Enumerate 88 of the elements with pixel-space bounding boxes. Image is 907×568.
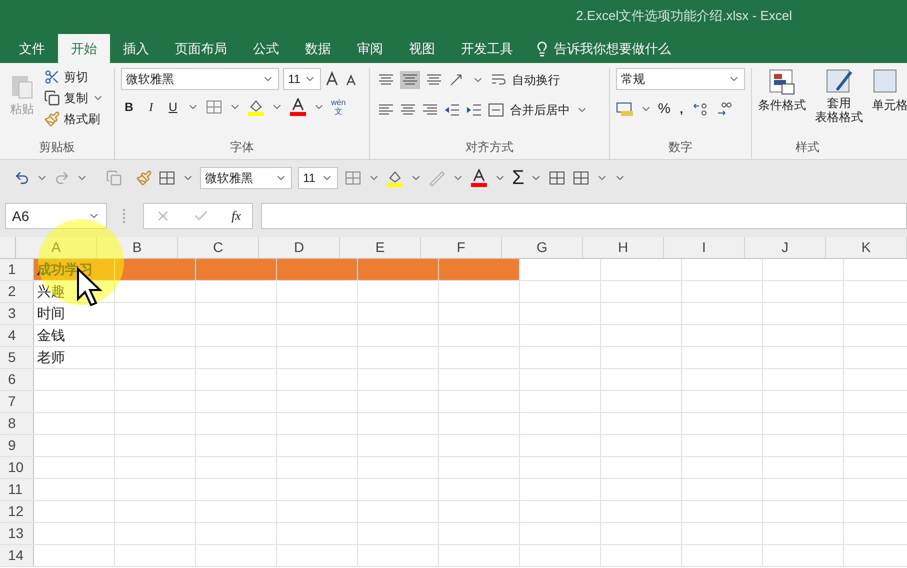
group-label: 样式 (794, 139, 820, 156)
column-header[interactable]: D (259, 237, 340, 258)
decrease-decimal-icon[interactable] (716, 100, 734, 116)
italic-button[interactable]: I (143, 98, 159, 116)
ribbon-tab[interactable]: 公式 (240, 34, 292, 63)
column-header[interactable]: J (745, 237, 826, 258)
ribbon-tab[interactable]: 开发工具 (448, 34, 526, 63)
column-header[interactable]: B (97, 237, 178, 258)
row-header[interactable]: 13 (0, 523, 34, 544)
decrease-indent-icon[interactable] (444, 103, 460, 117)
column-header[interactable]: E (340, 237, 421, 258)
group-label: 剪贴板 (38, 139, 76, 156)
font-size-dropdown[interactable]: 11 (283, 68, 321, 90)
row-header[interactable]: 14 (0, 545, 34, 566)
ribbon-tab[interactable]: 插入 (110, 34, 162, 63)
merge-center-button[interactable]: 合并后居中 (510, 101, 570, 119)
ribbon-tab[interactable]: 文件 (6, 34, 58, 63)
group-label: 数字 (668, 139, 694, 156)
column-header[interactable]: I (664, 237, 745, 258)
increase-indent-icon[interactable] (466, 103, 482, 117)
ribbon-tab[interactable]: 视图 (396, 34, 448, 63)
merge-icon (488, 102, 504, 118)
align-center-icon[interactable] (400, 103, 416, 117)
table-cell: 老师 (34, 347, 115, 368)
row-header[interactable]: 8 (0, 413, 34, 434)
borders-icon[interactable] (205, 99, 223, 115)
number-format-dropdown[interactable]: 常规 (616, 68, 745, 90)
row-header[interactable]: 1 (0, 259, 34, 280)
format-as-table-button[interactable]: 套用 表格格式 (812, 68, 866, 124)
fill-color-icon[interactable] (247, 98, 265, 116)
table-icon[interactable] (158, 170, 176, 186)
borders-icon[interactable] (344, 170, 362, 186)
wrap-text-button[interactable]: 自动换行 (512, 71, 560, 89)
phonetic-button[interactable]: wén 文 (331, 98, 346, 116)
percent-button[interactable]: % (658, 98, 670, 119)
column-header[interactable]: K (826, 237, 907, 258)
column-header[interactable]: H (583, 237, 664, 258)
row-header[interactable]: 10 (0, 457, 34, 478)
font-name-dropdown[interactable]: 微软雅黑 (121, 68, 279, 90)
row-header[interactable]: 4 (0, 325, 34, 346)
column-header[interactable]: G (502, 237, 583, 258)
group-label: 字体 (229, 139, 255, 156)
copy-button[interactable]: 复制 (64, 89, 88, 107)
window-title: 2.Excel文件选项功能介绍.xlsx - Excel (576, 7, 792, 26)
ribbon-tab[interactable]: 数据 (292, 34, 344, 63)
paintbrush-icon (44, 111, 60, 127)
layout-icon[interactable] (572, 170, 590, 186)
row-header[interactable]: 3 (0, 303, 34, 324)
fill-color-icon[interactable] (386, 168, 404, 186)
table-cell: 金钱 (34, 325, 115, 346)
cut-button[interactable]: 剪切 (64, 68, 88, 86)
name-box[interactable]: A6 (5, 203, 107, 229)
column-header[interactable]: C (178, 237, 259, 258)
align-top-icon[interactable] (378, 73, 394, 87)
font-name-dropdown[interactable]: 微软雅黑 (200, 166, 292, 188)
row-header[interactable]: 6 (0, 369, 34, 390)
tell-me-field[interactable]: 告诉我你想要做什么 (554, 38, 671, 58)
row-header[interactable]: 9 (0, 435, 34, 456)
font-color-icon[interactable] (470, 168, 488, 186)
row-header[interactable]: 7 (0, 391, 34, 412)
ribbon-tab[interactable]: 页面布局 (162, 34, 240, 63)
row-header[interactable]: 5 (0, 347, 34, 368)
underline-button[interactable]: U (165, 98, 181, 116)
font-size-dropdown[interactable]: 11 (298, 166, 338, 188)
currency-icon[interactable] (616, 100, 634, 116)
column-header[interactable]: F (421, 237, 502, 258)
comma-button[interactable]: , (676, 100, 686, 118)
formula-input[interactable] (261, 203, 907, 229)
conditional-format-icon (768, 68, 796, 96)
ribbon-tab[interactable]: 开始 (58, 34, 110, 63)
autosum-button[interactable]: Σ (512, 168, 524, 188)
bold-button[interactable]: B (121, 98, 137, 116)
align-bottom-icon[interactable] (426, 73, 442, 87)
font-color-icon[interactable] (289, 98, 307, 116)
grid-icon[interactable] (548, 170, 566, 186)
align-left-icon[interactable] (378, 103, 394, 117)
ribbon-tab[interactable]: 审阅 (344, 34, 396, 63)
row-header[interactable]: 12 (0, 501, 34, 522)
row-header[interactable]: 11 (0, 479, 34, 500)
conditional-format-button[interactable]: 条件格式 (758, 68, 806, 124)
row-header[interactable]: 2 (0, 281, 34, 302)
scissors-icon (44, 69, 60, 85)
align-right-icon[interactable] (422, 103, 438, 117)
format-painter-button[interactable]: 格式刷 (64, 110, 100, 128)
insert-function-button[interactable]: fx (232, 206, 241, 226)
copy-icon (44, 90, 60, 106)
undo-icon[interactable] (14, 170, 30, 186)
group-label: 对齐方式 (464, 139, 514, 156)
